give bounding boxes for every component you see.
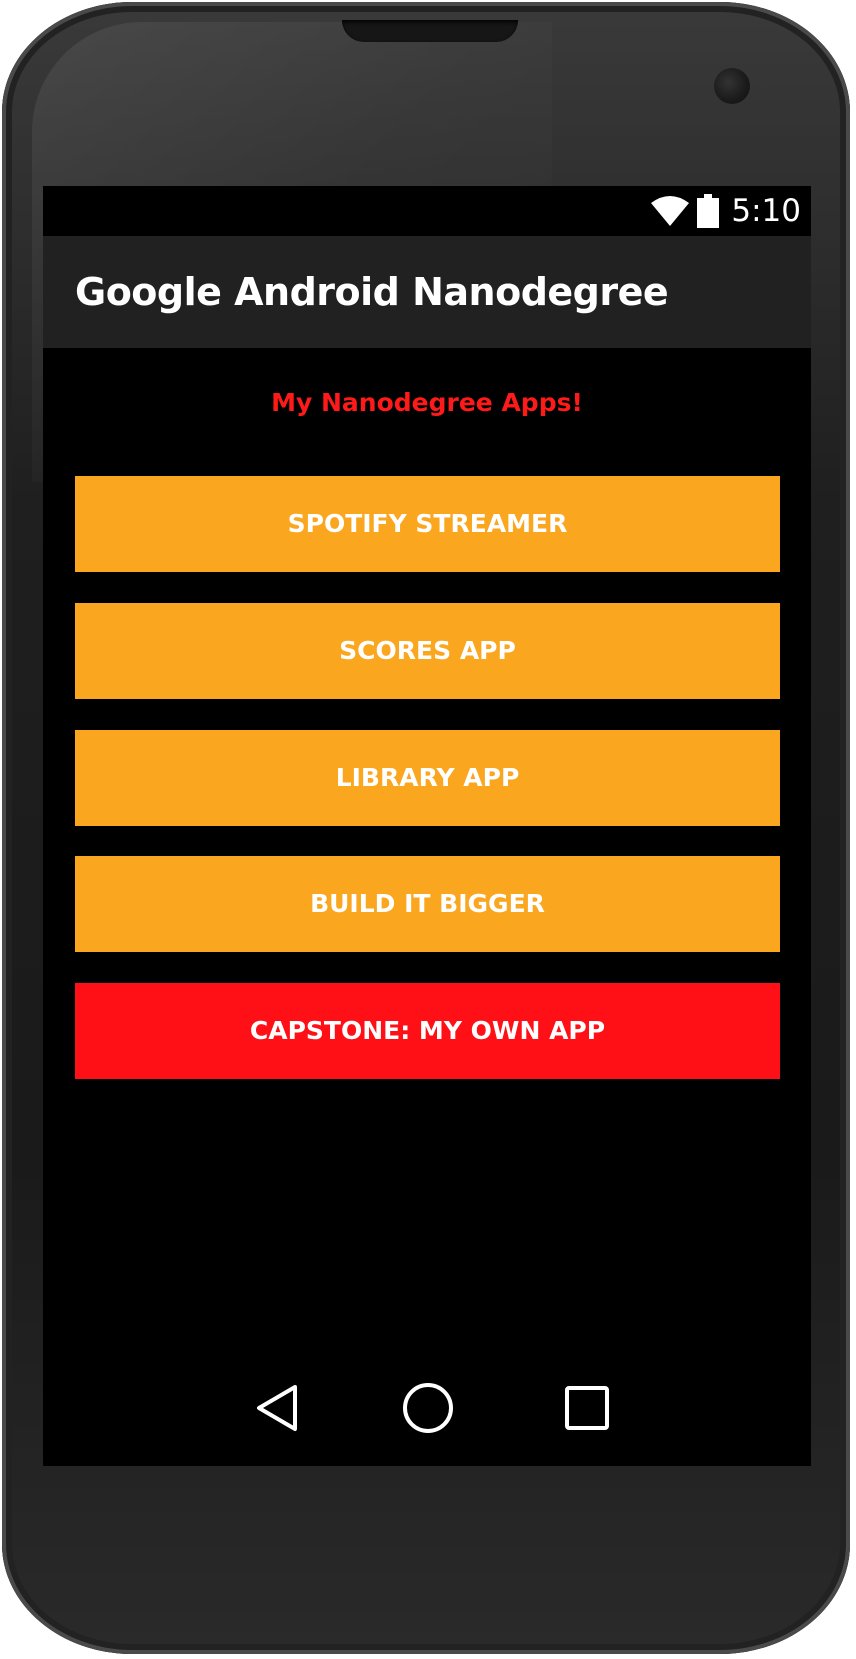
back-button[interactable] xyxy=(247,1378,307,1438)
front-camera xyxy=(714,68,750,104)
back-triangle-icon xyxy=(257,1385,297,1431)
navigation-bar xyxy=(43,1352,811,1466)
app-title: Google Android Nanodegree xyxy=(75,270,669,314)
spotify-streamer-button[interactable]: SPOTIFY STREAMER xyxy=(75,476,780,572)
library-app-button[interactable]: LIBRARY APP xyxy=(75,730,780,826)
recents-button[interactable] xyxy=(557,1378,617,1438)
status-bar: 5:10 xyxy=(43,186,811,236)
main-content: My Nanodegree Apps! SPOTIFY STREAMER SCO… xyxy=(43,348,811,1352)
scores-app-button[interactable]: SCORES APP xyxy=(75,603,780,699)
home-button[interactable] xyxy=(398,1378,458,1438)
status-clock: 5:10 xyxy=(731,193,801,229)
battery-icon xyxy=(697,194,720,228)
build-it-bigger-button[interactable]: BUILD IT BIGGER xyxy=(75,856,780,952)
capstone-button[interactable]: CAPSTONE: MY OWN APP xyxy=(75,983,780,1079)
page-heading: My Nanodegree Apps! xyxy=(271,388,583,417)
status-icons: 5:10 xyxy=(651,194,801,228)
device-screen: 5:10 Google Android Nanodegree My Nanode… xyxy=(43,186,811,1466)
wifi-icon xyxy=(651,196,690,226)
recents-square-icon xyxy=(565,1386,609,1430)
earpiece-speaker xyxy=(342,20,518,42)
home-circle-icon xyxy=(403,1383,453,1433)
app-bar: Google Android Nanodegree xyxy=(43,236,811,348)
